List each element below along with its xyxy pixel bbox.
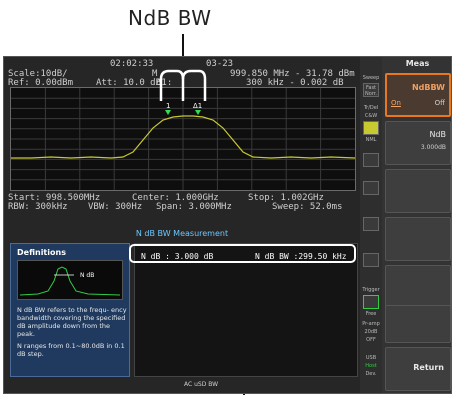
side-host-label: Host [365, 363, 377, 369]
side-trace-box[interactable] [363, 121, 379, 135]
softkey-empty-6[interactable] [385, 305, 451, 343]
marker-1-label: 1 [166, 102, 170, 110]
measurement-panel: N dB : 3.000 dB N dB BW :299.50 kHz [134, 243, 358, 377]
side-sweep-label: Sweep [362, 75, 380, 81]
mini-ndb-label: N dB [80, 272, 94, 279]
ac-status: AC [184, 381, 193, 388]
side-dev-label: Dev. [365, 371, 377, 377]
side-box-4[interactable] [363, 181, 379, 195]
softkey-menu-title: Meas [405, 59, 430, 68]
softkey-ndbbw-on: On [391, 99, 401, 107]
definitions-panel: Definitions N dB N dB BW refers to the f… [10, 243, 130, 377]
side-trigger-box[interactable] [363, 295, 379, 309]
softkey-ndb[interactable]: NdB 3.000dB [385, 121, 451, 165]
time-right: 03-23 [206, 59, 234, 69]
analyzer-screen: GW 02:02:33 03-23 Scale:10dB/ Ref: 0.00d… [3, 56, 452, 394]
bw-status: BW [208, 381, 219, 388]
side-preamp-label: Pr-amp [362, 321, 380, 327]
softkey-ndb-label: NdB [429, 130, 446, 139]
marker-1-icon [165, 110, 171, 115]
definitions-text-1: N dB BW refers to the frequ- ency bandwi… [17, 306, 127, 338]
softkey-return-label: Return [413, 363, 444, 372]
usd-status: uSD [194, 381, 207, 388]
callout-bracket [159, 69, 207, 101]
softkey-ndbbw[interactable]: NdBBW On Off [385, 73, 451, 117]
side-box-5[interactable] [363, 217, 379, 231]
definitions-title: Definitions [17, 248, 66, 257]
time-left: 02:02:33 [110, 59, 154, 69]
side-nml-label: NML [365, 137, 377, 143]
side-tr-label: Tr/Del [363, 105, 379, 111]
status-icons: AC uSD BW [184, 381, 218, 388]
side-status-column: Sweep Fast Norr. Tr/Del C&W NML Trigger … [360, 57, 382, 393]
side-free-label: Free [365, 311, 377, 317]
marker-delta-label: Δ1 [193, 102, 202, 110]
side-box-6[interactable] [363, 253, 379, 267]
vbw-value: VBW: 300Hz [88, 202, 143, 212]
marker-delta-icon [195, 110, 201, 115]
side-box-3[interactable] [363, 153, 379, 167]
side-off-label: OFF [366, 337, 376, 343]
measurement-highlight-box [129, 244, 356, 263]
definitions-mini-graph: N dB [17, 260, 123, 300]
sweep-time: Sweep: 52.0ms [272, 202, 343, 212]
softkey-panel: Meas NdBBW On Off NdB 3.000dB Return [382, 57, 451, 393]
rbw-value: RBW: 300kHz [8, 202, 68, 212]
softkey-empty-5[interactable] [385, 265, 451, 309]
footer-readout: Start: 998.500MHz Center: 1.000GHz Stop:… [4, 190, 360, 220]
softkey-ndb-value: 3.000dB [420, 144, 446, 151]
side-norr-label: Norr. [365, 91, 377, 97]
side-db-label: 20dB [364, 329, 378, 335]
callout-title: NdB BW [128, 6, 212, 30]
softkey-empty-4[interactable] [385, 217, 451, 261]
softkey-return[interactable]: Return [385, 347, 451, 391]
softkey-empty-3[interactable] [385, 169, 451, 213]
softkey-ndbbw-label: NdBBW [411, 83, 445, 92]
softkey-ndbbw-off: Off [434, 99, 445, 107]
definitions-text-2: N ranges from 0.1~80.0dB in 0.1 dB step. [17, 342, 125, 358]
side-cw-label: C&W [364, 113, 378, 119]
side-trigger-label: Trigger [362, 287, 380, 293]
spectrum-graph: 1 Δ1 [11, 88, 355, 190]
span-value: Span: 3.000MHz [156, 202, 232, 212]
measurement-title: N dB BW Measurement [135, 229, 229, 238]
side-usb-label: USB [365, 355, 377, 361]
